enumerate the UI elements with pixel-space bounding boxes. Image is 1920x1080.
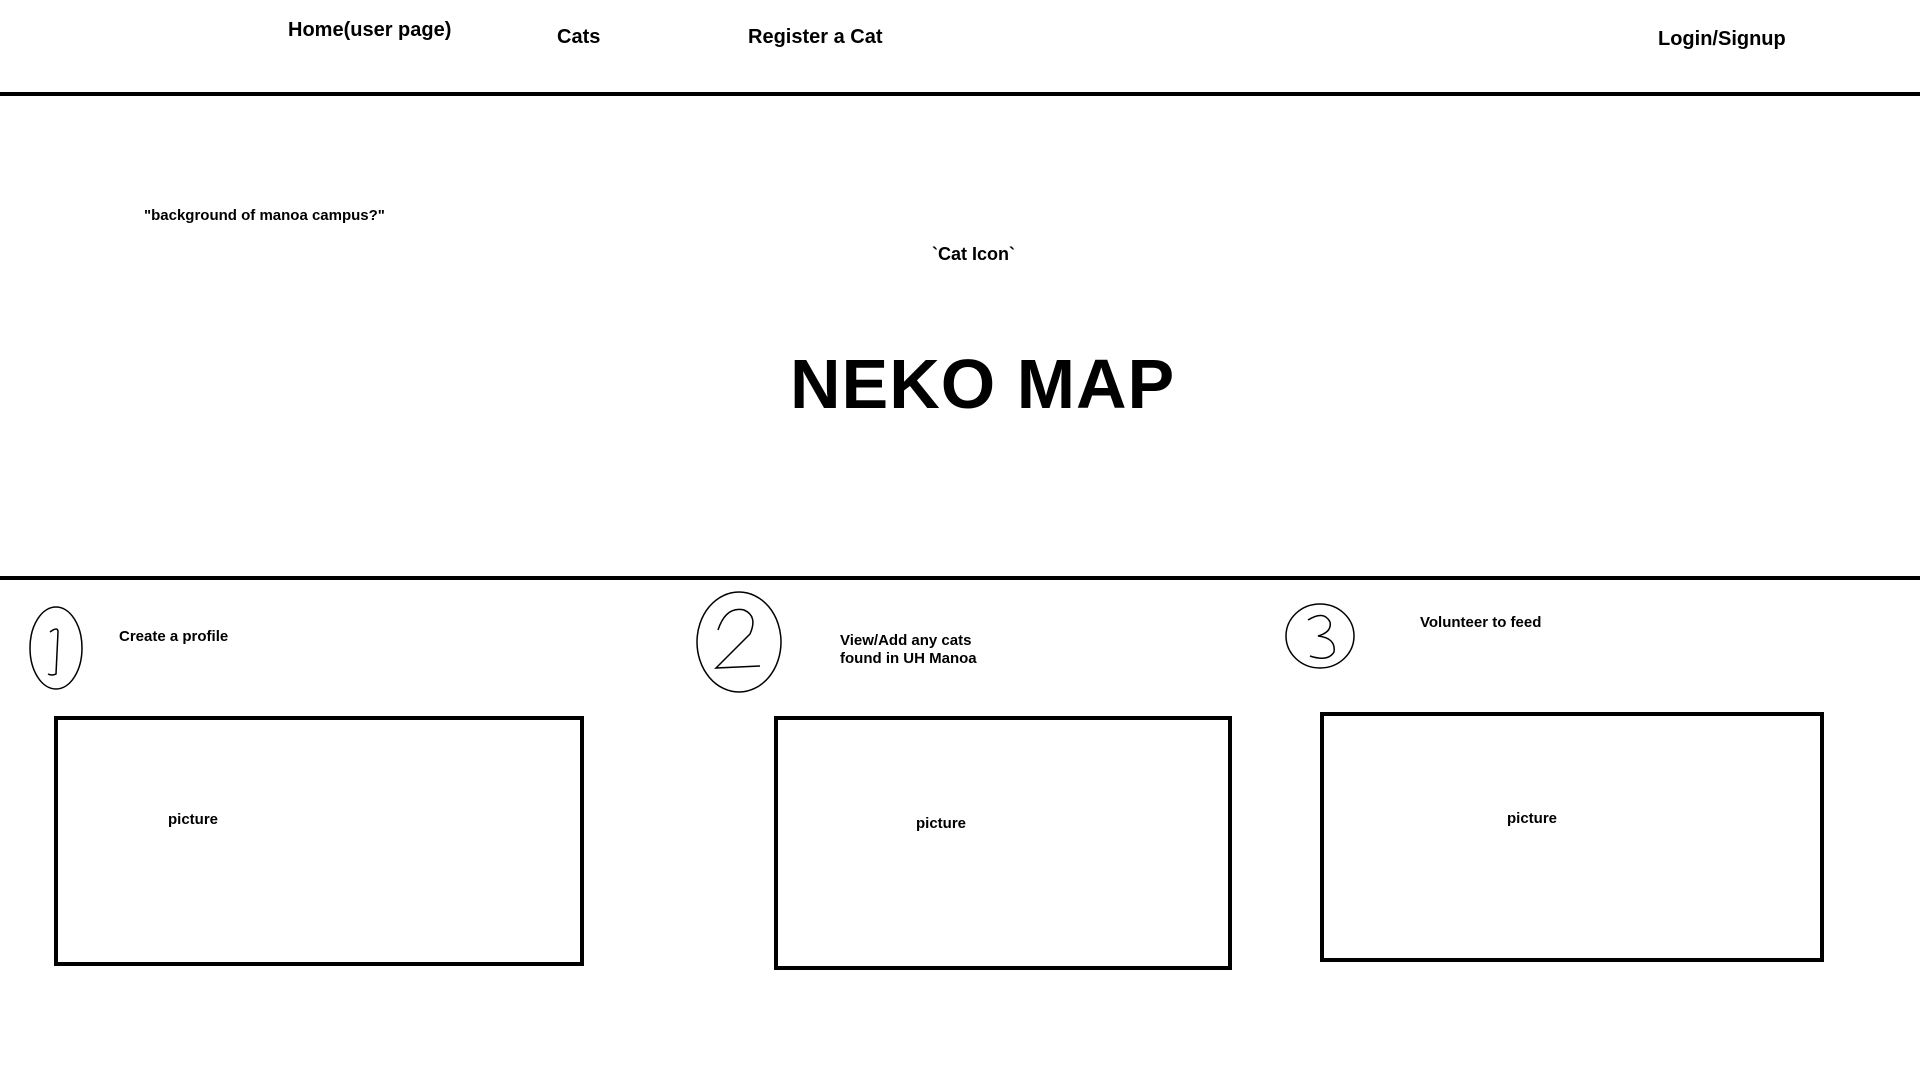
step-picture-label-1: picture <box>168 811 219 828</box>
hero-divider <box>0 576 1920 580</box>
step-number-1-icon <box>28 602 88 694</box>
step-picture-1 <box>54 716 584 966</box>
step-picture-3 <box>1320 712 1824 962</box>
step-title-3: Volunteer to feed <box>1420 614 1542 631</box>
step-number-2-icon <box>694 590 786 696</box>
nav-cats-link[interactable]: Cats <box>557 27 600 47</box>
step-title-2-line2: found in UH Manoa <box>840 650 977 667</box>
step-number-3-icon <box>1284 600 1356 672</box>
hero-section: "background of manoa campus?" `Cat Icon`… <box>0 96 1920 576</box>
step-title-1: Create a profile <box>119 628 229 645</box>
step-picture-2 <box>774 716 1232 970</box>
background-note: "background of manoa campus?" <box>144 207 385 224</box>
step-title-2: View/Add any cats found in UH Manoa <box>840 632 977 668</box>
nav-login-signup-link[interactable]: Login/Signup <box>1658 29 1786 49</box>
cat-icon-placeholder: `Cat Icon` <box>932 244 1015 264</box>
step-title-2-line1: View/Add any cats <box>840 632 972 649</box>
top-nav: Home(user page) Cats Register a Cat Logi… <box>0 0 1920 94</box>
step-picture-label-3: picture <box>1507 810 1558 827</box>
step-picture-label-2: picture <box>916 815 967 832</box>
nav-home-link[interactable]: Home(user page) <box>288 20 451 40</box>
page-title: NEKO MAP <box>790 345 1176 423</box>
nav-register-cat-link[interactable]: Register a Cat <box>748 27 883 47</box>
